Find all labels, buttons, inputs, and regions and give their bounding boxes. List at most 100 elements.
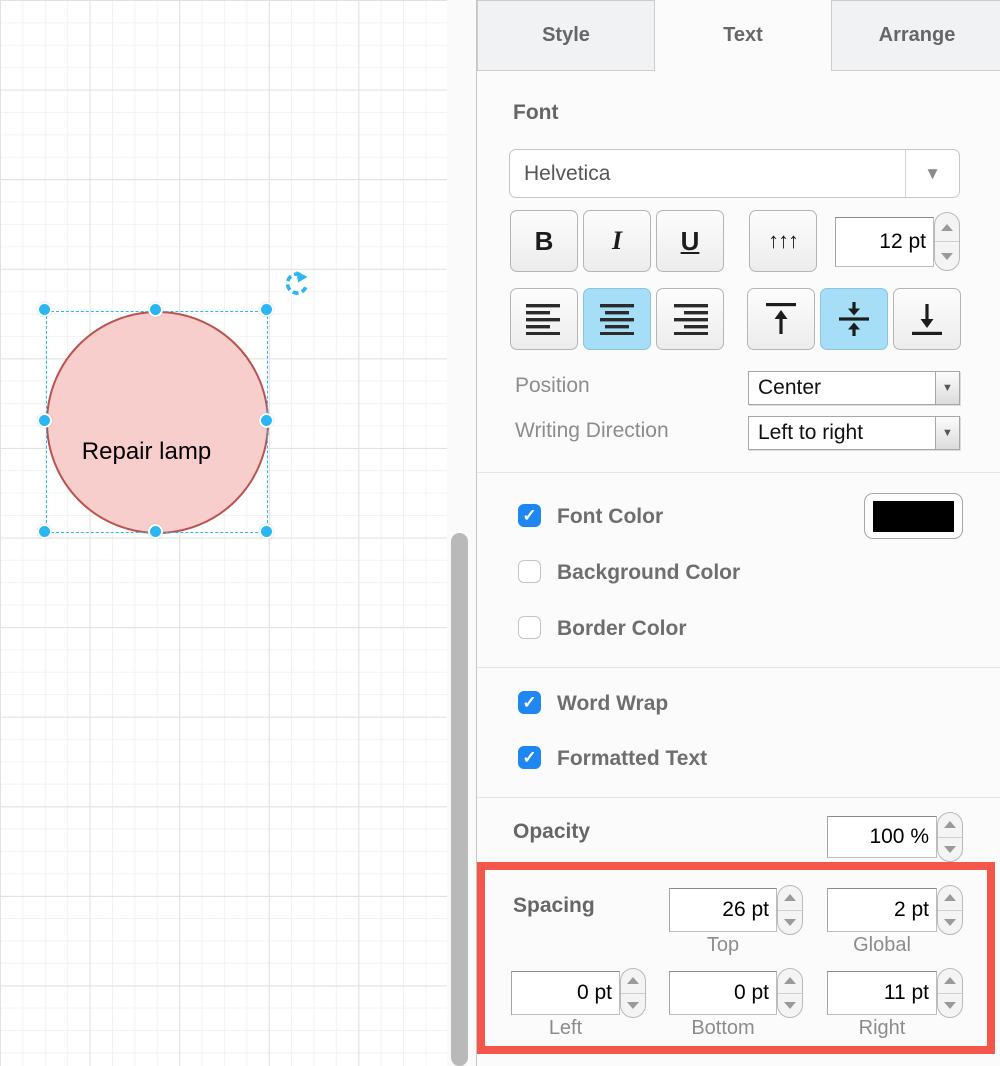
word-wrap-label: Word Wrap — [557, 692, 668, 716]
stepper-up-icon[interactable] — [938, 969, 962, 994]
spacing-right-label: Right — [827, 1017, 937, 1040]
bold-icon: B — [535, 226, 554, 257]
selected-shape-group: Repair lamp — [46, 311, 268, 533]
tab-style-label: Style — [542, 24, 590, 47]
section-divider — [477, 797, 1000, 798]
color-swatch-black — [873, 501, 954, 532]
panel-tabbar: Style Text Arrange — [477, 0, 1000, 71]
scrollbar-thumb[interactable] — [451, 533, 468, 1066]
spacing-global-stepper[interactable] — [937, 885, 963, 935]
selection-handle-n[interactable] — [148, 302, 163, 317]
align-right-button[interactable] — [656, 288, 724, 350]
valign-middle-button[interactable] — [820, 288, 888, 350]
tab-arrange[interactable]: Arrange — [831, 0, 1000, 71]
spacing-left-input[interactable] — [511, 971, 620, 1015]
tab-style[interactable]: Style — [477, 0, 655, 71]
spacing-right-input[interactable] — [827, 971, 937, 1015]
stepper-down-icon[interactable] — [938, 838, 962, 862]
font-color-swatch[interactable] — [864, 493, 963, 539]
spacing-label: Spacing — [513, 894, 595, 918]
spacing-global-input[interactable] — [827, 888, 937, 932]
vertical-text-icon: ↑↑↑ — [768, 228, 798, 254]
stepper-down-icon[interactable] — [938, 994, 962, 1018]
formatted-text-checkbox[interactable]: ✓ — [518, 746, 541, 769]
stepper-up-icon[interactable] — [935, 213, 959, 242]
selection-handle-s[interactable] — [148, 524, 163, 539]
app-window: Repair lamp Style — [0, 0, 1000, 1066]
valign-middle-icon — [837, 302, 871, 336]
valign-top-button[interactable] — [747, 288, 815, 350]
selection-handle-sw[interactable] — [37, 524, 52, 539]
stepper-down-icon[interactable] — [621, 994, 645, 1018]
spacing-bottom-stepper[interactable] — [777, 968, 803, 1018]
writing-direction-select[interactable]: Left to right ▼ — [748, 416, 960, 450]
spacing-bottom-label: Bottom — [669, 1017, 777, 1040]
align-right-icon — [672, 304, 708, 335]
shape-label: Repair lamp — [35, 438, 258, 466]
spacing-top-label: Top — [669, 934, 777, 957]
dropdown-arrow-icon: ▼ — [935, 372, 959, 404]
writing-direction-label: Writing Direction — [515, 419, 669, 443]
stepper-up-icon[interactable] — [938, 886, 962, 911]
tab-text[interactable]: Text — [654, 0, 832, 71]
vertical-scrollbar — [447, 0, 476, 1066]
border-color-checkbox[interactable]: ✓ — [518, 616, 541, 639]
format-panel: Style Text Arrange Font Helvetica ▼ B I … — [476, 0, 1000, 1066]
italic-button[interactable]: I — [583, 210, 651, 272]
font-color-checkbox[interactable]: ✓ — [518, 504, 541, 527]
vertical-text-button[interactable]: ↑↑↑ — [749, 210, 817, 272]
underline-button[interactable]: U — [656, 210, 724, 272]
selection-handle-se[interactable] — [259, 524, 274, 539]
background-color-checkbox[interactable]: ✓ — [518, 560, 541, 583]
valign-bottom-button[interactable] — [893, 288, 961, 350]
italic-icon: I — [612, 226, 622, 256]
spacing-top-input[interactable] — [669, 888, 777, 932]
font-family-value: Helvetica — [510, 162, 905, 186]
selection-handle-nw[interactable] — [37, 302, 52, 317]
opacity-label: Opacity — [513, 820, 590, 844]
font-size-input[interactable] — [835, 217, 934, 267]
tab-arrange-label: Arrange — [879, 24, 956, 47]
align-left-button[interactable] — [510, 288, 578, 350]
selection-handle-ne[interactable] — [259, 302, 274, 317]
writing-direction-value: Left to right — [749, 421, 935, 445]
checkmark-icon: ✓ — [522, 506, 536, 526]
stepper-down-icon[interactable] — [935, 242, 959, 270]
font-section-title: Font — [513, 101, 558, 125]
rotate-icon[interactable] — [284, 271, 310, 297]
position-select[interactable]: Center ▼ — [748, 371, 960, 405]
align-center-icon — [599, 304, 635, 335]
stepper-up-icon[interactable] — [778, 886, 802, 911]
dropdown-arrow-icon: ▼ — [935, 417, 959, 449]
spacing-bottom-input[interactable] — [669, 971, 777, 1015]
checkmark-icon: ✓ — [522, 748, 536, 768]
spacing-left-label: Left — [511, 1017, 620, 1040]
selection-handle-w[interactable] — [37, 413, 52, 428]
valign-top-icon — [764, 302, 798, 336]
stepper-up-icon[interactable] — [938, 813, 962, 838]
opacity-stepper[interactable] — [937, 812, 963, 862]
opacity-input[interactable] — [827, 816, 937, 858]
stepper-down-icon[interactable] — [778, 911, 802, 935]
font-family-select[interactable]: Helvetica ▼ — [509, 149, 960, 198]
spacing-global-label: Global — [827, 934, 937, 957]
font-color-label: Font Color — [557, 505, 663, 529]
font-size-stepper[interactable] — [934, 212, 960, 271]
drawing-canvas[interactable]: Repair lamp — [0, 0, 447, 1066]
word-wrap-checkbox[interactable]: ✓ — [518, 691, 541, 714]
position-value: Center — [749, 376, 935, 400]
stepper-up-icon[interactable] — [621, 969, 645, 994]
spacing-left-stepper[interactable] — [620, 968, 646, 1018]
underline-icon: U — [681, 226, 700, 257]
align-center-button[interactable] — [583, 288, 651, 350]
stepper-down-icon[interactable] — [778, 994, 802, 1018]
stepper-up-icon[interactable] — [778, 969, 802, 994]
stepper-down-icon[interactable] — [938, 911, 962, 935]
bold-button[interactable]: B — [510, 210, 578, 272]
spacing-right-stepper[interactable] — [937, 968, 963, 1018]
spacing-top-stepper[interactable] — [777, 885, 803, 935]
border-color-label: Border Color — [557, 617, 687, 641]
selection-handle-e[interactable] — [259, 413, 274, 428]
background-color-label: Background Color — [557, 561, 740, 585]
section-divider — [477, 472, 1000, 473]
